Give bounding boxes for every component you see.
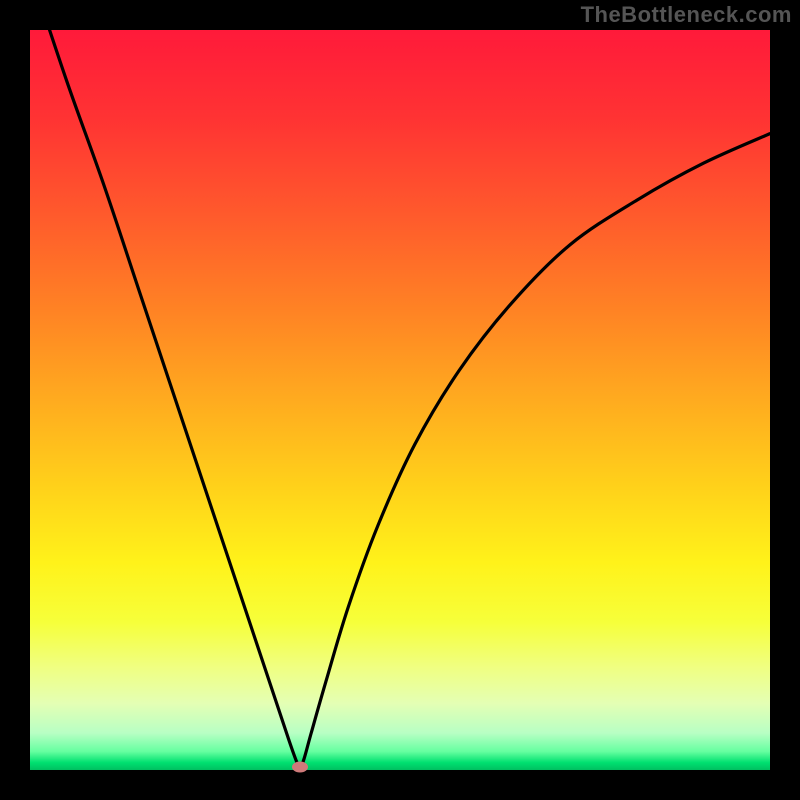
plot-area — [30, 30, 770, 770]
chart-frame: TheBottleneck.com — [0, 0, 800, 800]
attribution-text: TheBottleneck.com — [581, 2, 792, 28]
bottleneck-curve — [30, 30, 770, 770]
optimum-marker — [292, 762, 308, 773]
